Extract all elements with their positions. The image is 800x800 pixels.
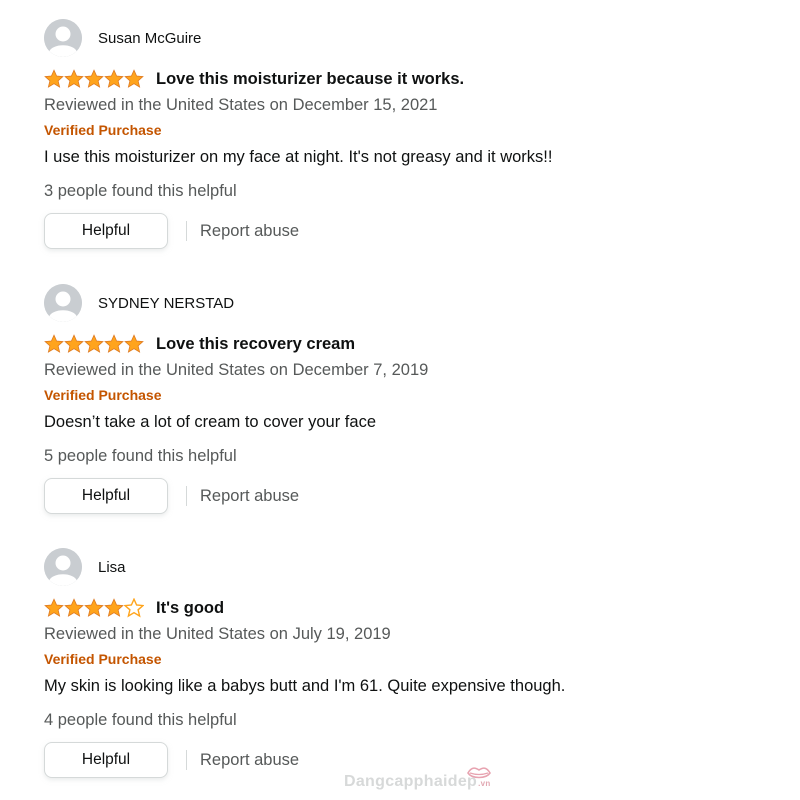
star-filled-icon [84, 598, 104, 617]
user-avatar-icon [44, 19, 82, 57]
watermark-text: Dangcapphaidep [344, 773, 478, 790]
review-body: I use this moisturizer on my face at nig… [44, 148, 553, 166]
verified-purchase-badge[interactable]: Verified Purchase [44, 387, 764, 403]
review-title[interactable]: Love this recovery cream [156, 335, 355, 354]
report-abuse-link[interactable]: Report abuse [200, 487, 299, 506]
divider [186, 221, 187, 241]
verified-purchase-badge[interactable]: Verified Purchase [44, 651, 764, 667]
reviewer-name: SYDNEY NERSTAD [98, 294, 235, 312]
reviewer-profile[interactable]: SYDNEY NERSTAD [44, 284, 764, 322]
star-filled-icon [124, 334, 144, 353]
helpful-button[interactable]: Helpful [44, 478, 168, 514]
helpful-count: 3 people found this helpful [44, 182, 237, 200]
star-filled-icon [44, 334, 64, 353]
divider [186, 486, 187, 506]
star-rating[interactable] [44, 69, 144, 89]
star-filled-icon [124, 69, 144, 88]
star-filled-icon [104, 334, 124, 353]
review-date: Reviewed in the United States on Decembe… [44, 96, 438, 114]
review-title[interactable]: Love this moisturizer because it works. [156, 70, 464, 89]
reviews-page: Susan McGuire Love this moisturizer beca… [0, 0, 800, 800]
star-filled-icon [64, 69, 84, 88]
review-card: Susan McGuire Love this moisturizer beca… [44, 19, 764, 249]
star-filled-icon [44, 69, 64, 88]
helpful-button[interactable]: Helpful [44, 213, 168, 249]
star-filled-icon [104, 69, 124, 88]
helpful-count: 5 people found this helpful [44, 447, 237, 465]
star-rating[interactable] [44, 334, 144, 354]
star-rating[interactable] [44, 598, 144, 618]
helpful-count: 4 people found this helpful [44, 711, 237, 729]
star-filled-icon [44, 598, 64, 617]
review-card: SYDNEY NERSTAD Love this recovery cream … [44, 284, 764, 514]
star-filled-icon [84, 69, 104, 88]
star-filled-icon [64, 598, 84, 617]
lips-icon [467, 767, 491, 779]
helpful-button[interactable]: Helpful [44, 742, 168, 778]
reviewer-name: Susan McGuire [98, 29, 202, 47]
star-filled-icon [104, 598, 124, 617]
review-body: My skin is looking like a babys butt and… [44, 677, 566, 695]
user-avatar-icon [44, 284, 82, 322]
review-date: Reviewed in the United States on July 19… [44, 625, 391, 643]
review-card: Lisa It's good Reviewed in the United St… [44, 548, 764, 778]
report-abuse-link[interactable]: Report abuse [200, 751, 299, 770]
star-empty-icon [124, 598, 144, 618]
reviewer-name: Lisa [98, 558, 126, 576]
divider [186, 750, 187, 770]
review-body: Doesn’t take a lot of cream to cover you… [44, 413, 376, 431]
verified-purchase-badge[interactable]: Verified Purchase [44, 122, 764, 138]
star-filled-icon [84, 334, 104, 353]
review-title[interactable]: It's good [156, 599, 224, 618]
user-avatar-icon [44, 548, 82, 586]
review-date: Reviewed in the United States on Decembe… [44, 361, 429, 379]
reviewer-profile[interactable]: Lisa [44, 548, 764, 586]
reviewer-profile[interactable]: Susan McGuire [44, 19, 764, 57]
report-abuse-link[interactable]: Report abuse [200, 222, 299, 241]
star-filled-icon [64, 334, 84, 353]
